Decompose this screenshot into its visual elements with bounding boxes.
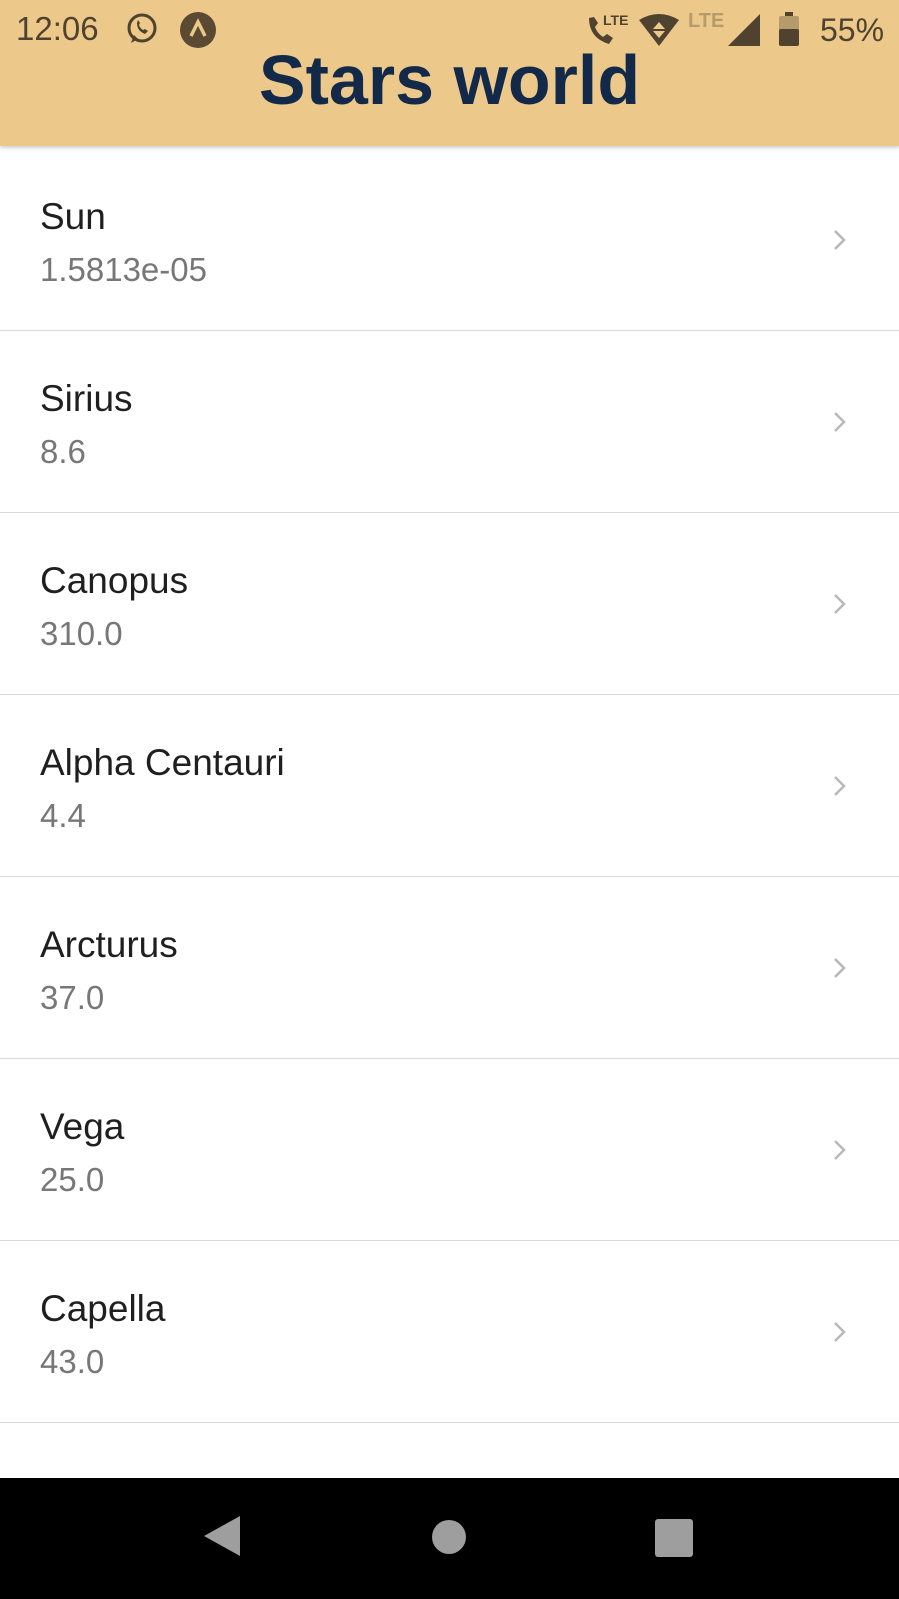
lte-call-label: LTE xyxy=(603,12,628,28)
chevron-right-icon xyxy=(834,1140,846,1160)
star-name: Arcturus xyxy=(40,924,178,965)
stars-list: Sun 1.5813e-05 Sirius 8.6 Canopus 310.0 … xyxy=(0,149,899,1423)
star-value: 37.0 xyxy=(40,979,105,1016)
chevron-right-icon xyxy=(834,412,846,432)
chevron-right-icon xyxy=(834,594,846,614)
list-item[interactable]: Vega 25.0 xyxy=(0,1059,899,1241)
star-value: 8.6 xyxy=(40,433,86,470)
chevron-right-icon xyxy=(834,230,846,250)
list-item[interactable]: Sun 1.5813e-05 xyxy=(0,149,899,331)
star-name: Alpha Centauri xyxy=(40,742,285,783)
list-item[interactable]: Canopus 310.0 xyxy=(0,513,899,695)
star-name: Canopus xyxy=(40,560,189,601)
chevron-right-icon xyxy=(834,1322,846,1342)
app-header: 12:06 LTE LTE 55% Stars world xyxy=(0,0,899,146)
recents-icon[interactable] xyxy=(655,1519,693,1557)
chevron-right-icon xyxy=(834,958,846,978)
list-item[interactable]: Alpha Centauri 4.4 xyxy=(0,695,899,877)
list-item[interactable]: Arcturus 37.0 xyxy=(0,877,899,1059)
star-value: 1.5813e-05 xyxy=(40,251,207,288)
list-item[interactable]: Sirius 8.6 xyxy=(0,331,899,513)
navigation-bar xyxy=(0,1478,899,1599)
chevron-right-icon xyxy=(834,776,846,796)
page-title: Stars world xyxy=(258,41,641,119)
star-name: Capella xyxy=(40,1288,166,1329)
star-name: Vega xyxy=(40,1106,125,1147)
star-value: 4.4 xyxy=(40,797,86,834)
list-item[interactable]: Capella 43.0 xyxy=(0,1241,899,1423)
star-value: 310.0 xyxy=(40,615,123,652)
back-icon[interactable] xyxy=(202,1514,242,1558)
star-value: 25.0 xyxy=(40,1161,105,1198)
star-name: Sirius xyxy=(40,378,133,419)
star-value: 43.0 xyxy=(40,1343,105,1380)
network-type-label: LTE xyxy=(688,10,725,32)
home-icon[interactable] xyxy=(431,1519,467,1555)
star-name: Sun xyxy=(40,196,106,237)
